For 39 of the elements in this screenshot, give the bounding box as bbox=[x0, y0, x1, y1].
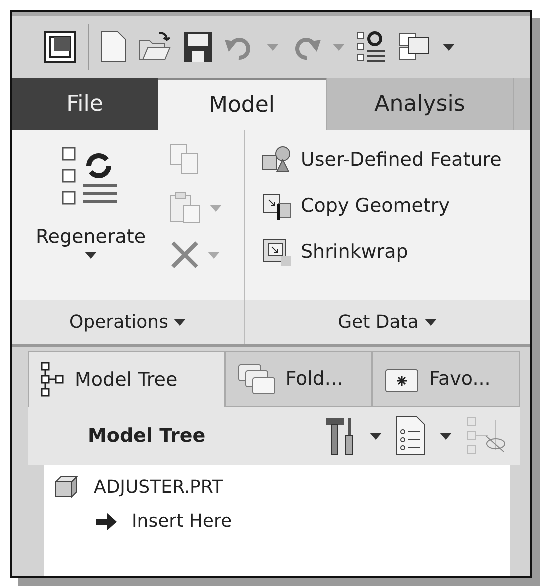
get-data-button[interactable]: User-Defined Feature bbox=[261, 144, 502, 176]
cube-icon bbox=[54, 475, 80, 499]
caret-icon bbox=[174, 318, 186, 326]
group-label[interactable]: Operations bbox=[12, 300, 244, 344]
clipboard-icon bbox=[170, 192, 202, 224]
panel-tab[interactable]: Favo... bbox=[372, 351, 520, 407]
tools-icon[interactable] bbox=[326, 416, 356, 456]
caret-icon bbox=[208, 252, 220, 258]
caret-icon bbox=[210, 204, 222, 212]
caret-icon bbox=[333, 44, 345, 50]
ribbon-tab[interactable]: Model bbox=[158, 78, 327, 130]
folders-icon bbox=[238, 362, 276, 396]
tree-icon bbox=[41, 362, 65, 398]
panel-tab[interactable]: Model Tree bbox=[28, 351, 225, 407]
caret-icon bbox=[85, 252, 97, 259]
panel-tab[interactable]: Fold... bbox=[224, 351, 372, 407]
open-folder-icon[interactable] bbox=[139, 31, 171, 63]
tree-item[interactable]: Insert Here bbox=[132, 511, 232, 532]
regenerate-button[interactable]: Regenerate bbox=[12, 130, 170, 300]
ribbon-tab[interactable]: File bbox=[12, 78, 158, 130]
list-document-icon[interactable] bbox=[396, 416, 426, 456]
delete-icon bbox=[170, 240, 200, 270]
arrow-icon bbox=[96, 512, 118, 532]
hidden-items-icon[interactable] bbox=[466, 416, 506, 456]
window-icon[interactable] bbox=[44, 31, 76, 63]
caret-icon bbox=[443, 44, 455, 50]
get-data-button[interactable]: Shrinkwrap bbox=[261, 236, 502, 268]
new-file-icon[interactable] bbox=[101, 31, 127, 63]
caret-icon bbox=[424, 318, 437, 326]
caret-icon bbox=[440, 432, 452, 440]
save-icon[interactable] bbox=[183, 31, 213, 63]
caret-icon bbox=[370, 432, 382, 440]
get-data-button[interactable]: Copy Geometry bbox=[261, 190, 502, 222]
caret-icon bbox=[267, 44, 279, 50]
panel-title: Model Tree bbox=[88, 425, 207, 447]
group-label[interactable]: Get Data bbox=[245, 300, 530, 344]
delete-button[interactable] bbox=[170, 240, 222, 270]
tree-item[interactable]: ADJUSTER.PRT bbox=[94, 476, 224, 498]
windows-icon[interactable] bbox=[399, 32, 431, 62]
